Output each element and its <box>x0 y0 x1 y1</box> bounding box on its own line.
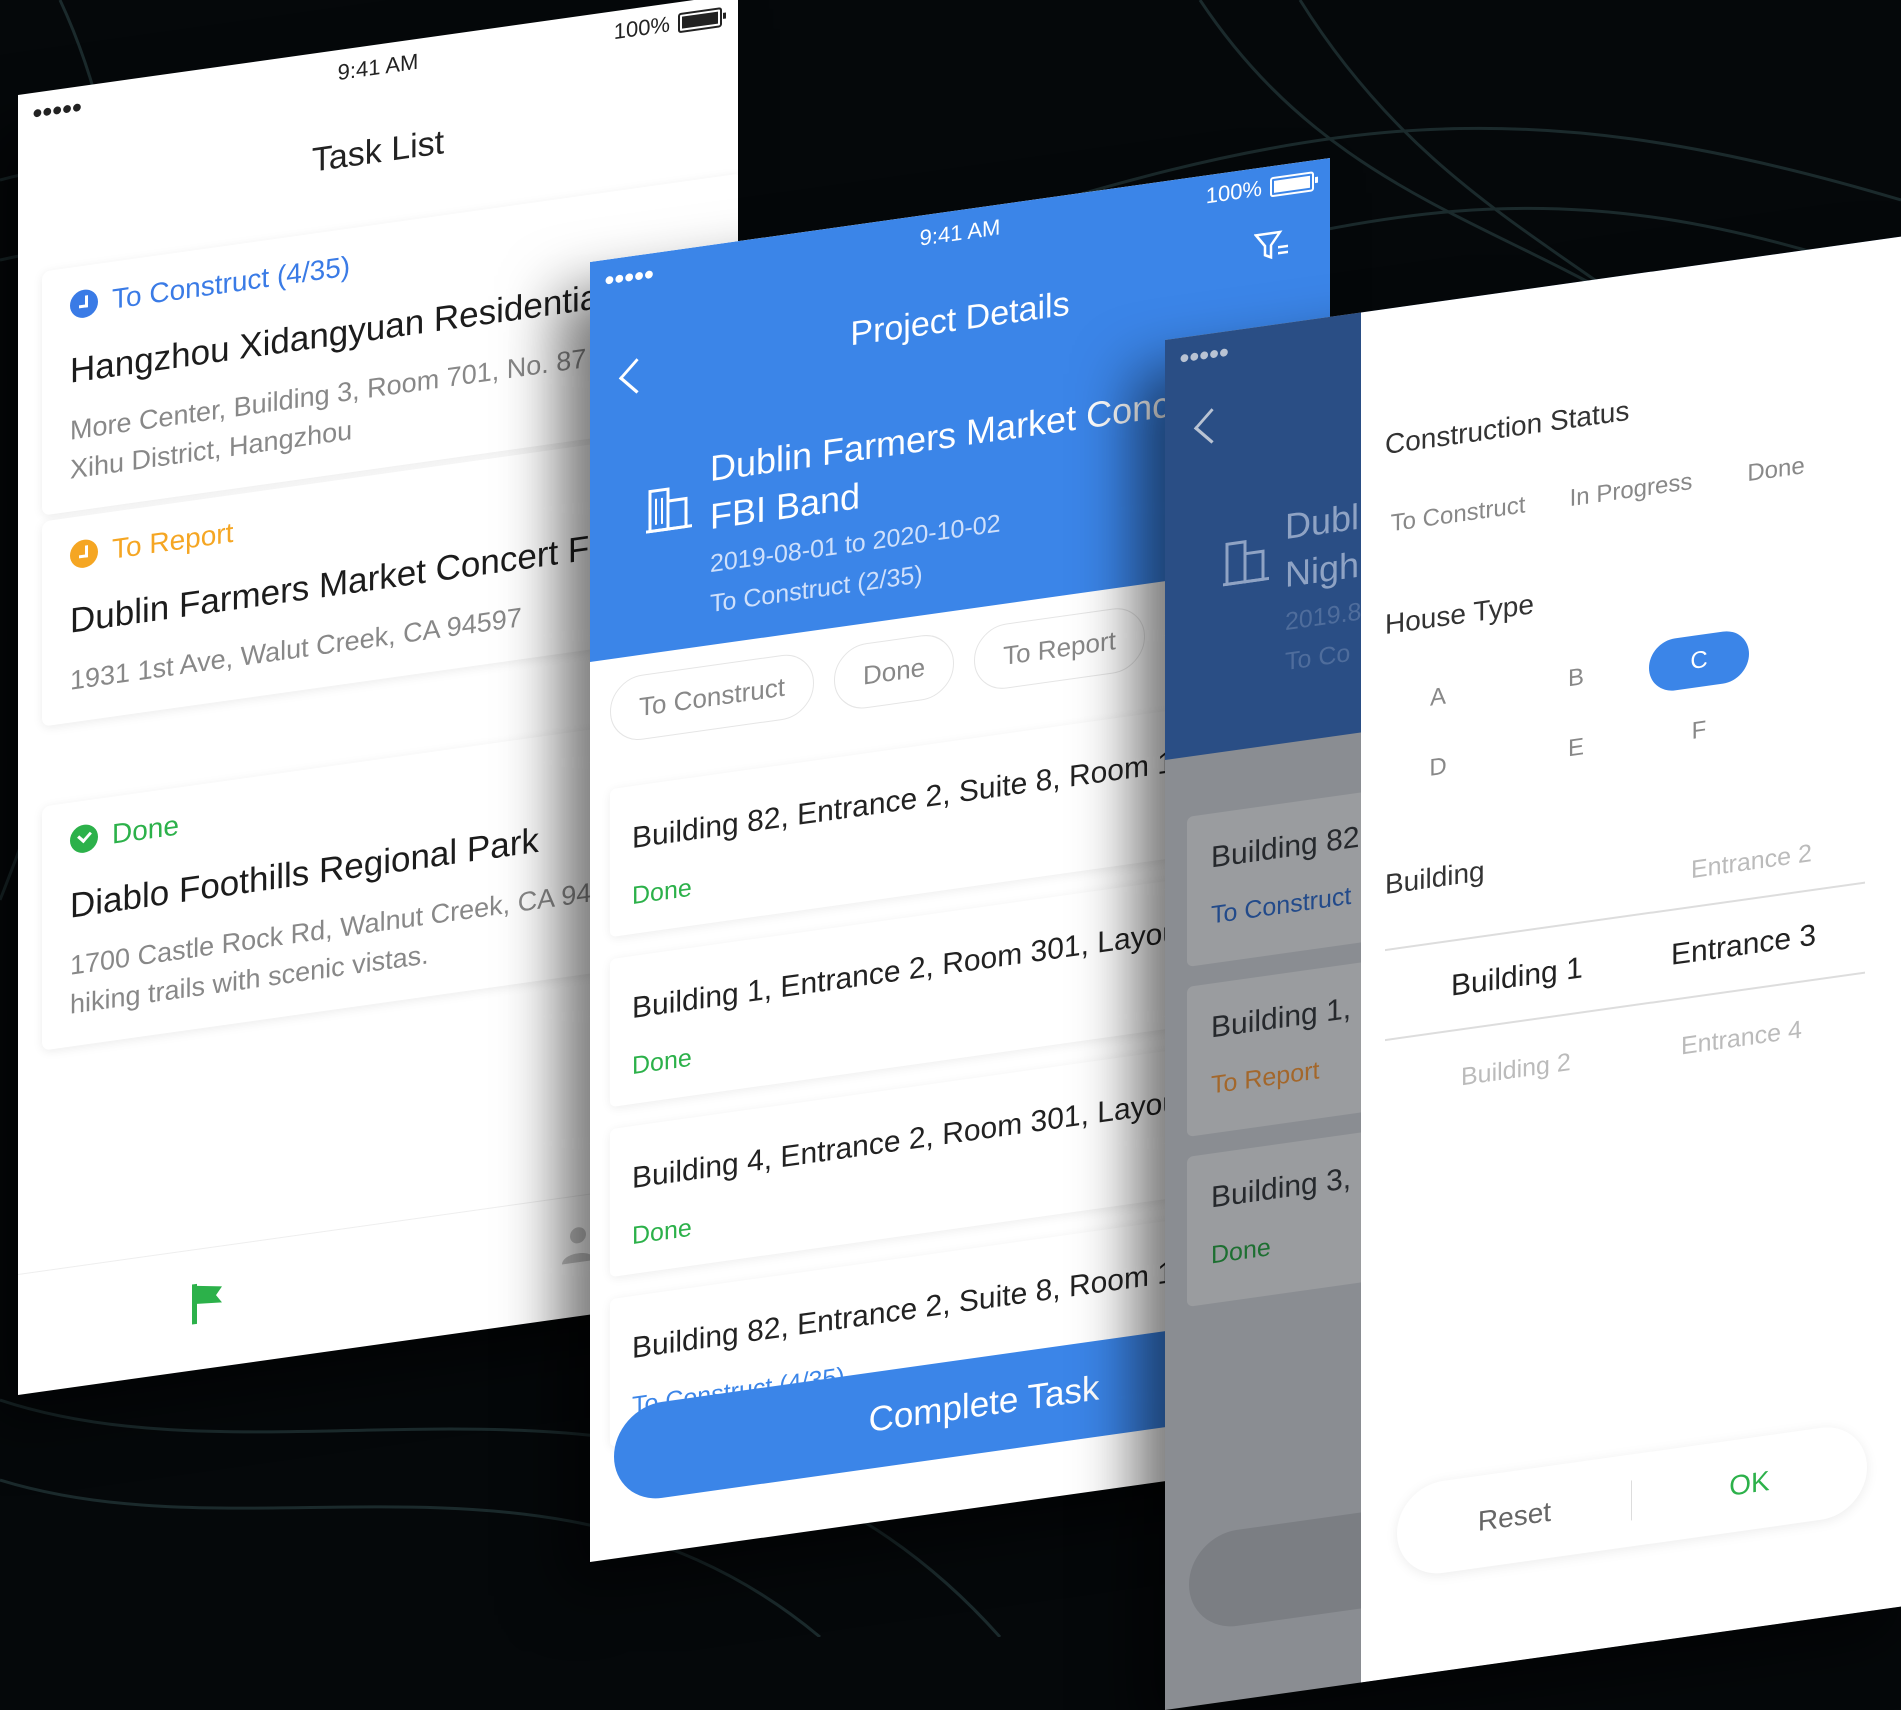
filter-icon[interactable] <box>1254 228 1290 265</box>
picker-entrance-above[interactable]: Entrance 2 <box>1691 839 1812 885</box>
project-dates: 2019.8 <box>1285 597 1362 637</box>
ok-button[interactable]: OK <box>1632 1421 1867 1546</box>
picker-entrance-below[interactable]: Entrance 4 <box>1681 1015 1802 1061</box>
picker-building-current[interactable]: Building 1 <box>1451 951 1583 1004</box>
task-status-label: To Report <box>112 516 234 565</box>
option-done[interactable]: Done <box>1711 435 1841 505</box>
clock-icon <box>70 287 98 320</box>
clock-icon <box>70 537 98 570</box>
building-title: Building <box>1385 855 1485 901</box>
task-status-label: To Construct (4/35) <box>112 250 351 315</box>
house-type-a[interactable]: A <box>1373 662 1503 732</box>
house-type-title: House Type <box>1385 588 1534 641</box>
battery-icon <box>1270 171 1314 198</box>
building-icon <box>1223 540 1269 587</box>
project-progress: To Co <box>1285 638 1351 677</box>
picker-building-below[interactable]: Building 2 <box>1461 1048 1571 1092</box>
building-icon <box>646 487 692 534</box>
house-type-e[interactable]: E <box>1511 713 1641 783</box>
filter-chip-to-construct[interactable]: To Construct <box>610 650 814 745</box>
filter-panel: Construction Status To Construct In Prog… <box>1361 233 1901 1683</box>
filter-chip-to-report[interactable]: To Report <box>974 604 1145 694</box>
option-to-construct[interactable]: To Construct <box>1373 477 1543 553</box>
house-type-d[interactable]: D <box>1373 732 1503 802</box>
house-type-c[interactable]: C <box>1649 627 1749 694</box>
filter-chip-done[interactable]: Done <box>833 630 955 713</box>
project-name-line1: Dubl <box>1285 495 1360 548</box>
house-type-f[interactable]: F <box>1649 698 1749 764</box>
check-icon <box>70 822 98 855</box>
filter-screen: ●●●●● Dubl Nigh 2019.8 To Co Building 82… <box>1165 233 1901 1710</box>
task-status-label: Done <box>112 809 179 850</box>
reset-button[interactable]: Reset <box>1397 1454 1632 1579</box>
flag-icon[interactable] <box>188 1277 228 1327</box>
house-type-b[interactable]: B <box>1511 643 1641 713</box>
panel-footer: Reset OK <box>1397 1421 1867 1579</box>
picker-entrance-current[interactable]: Entrance 3 <box>1671 918 1816 972</box>
option-in-progress[interactable]: In Progress <box>1551 453 1711 527</box>
construction-status-title: Construction Status <box>1385 394 1630 461</box>
signal-icon: ●●●●● <box>1179 341 1229 369</box>
project-name: Dubl Nigh <box>1285 493 1359 599</box>
battery-icon <box>678 7 722 34</box>
back-icon <box>1193 408 1230 444</box>
project-name-line2: Nigh <box>1285 543 1360 596</box>
